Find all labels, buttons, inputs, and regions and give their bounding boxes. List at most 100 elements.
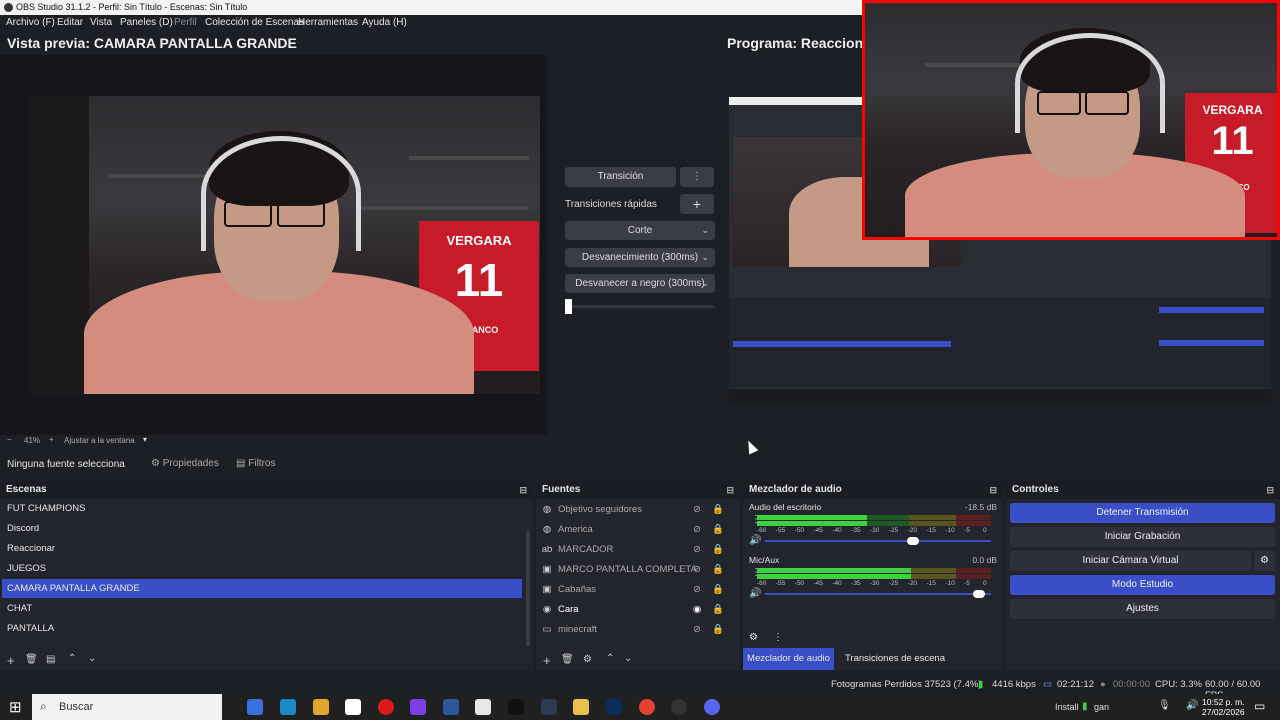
volume-icon[interactable]: 🔊	[1186, 700, 1198, 711]
transition-more-icon[interactable]: ⋮	[680, 167, 714, 187]
source-item[interactable]: ▣ Cabañas ⊘ 🔒	[540, 580, 730, 599]
tab-scene-transitions[interactable]: Transiciones de escena	[845, 648, 945, 670]
eye-hidden-icon[interactable]: ⊘	[693, 580, 701, 599]
tray-label[interactable]: gan	[1094, 702, 1109, 712]
properties-button[interactable]: ⚙ Propiedades	[151, 458, 219, 469]
move-up-icon[interactable]: ⌃	[606, 653, 614, 664]
tbar-handle[interactable]	[565, 299, 572, 314]
app-icon[interactable]	[541, 699, 557, 715]
video-editor-icon[interactable]	[410, 699, 426, 715]
trash-icon[interactable]: 🗑	[561, 654, 574, 665]
tab-audio-mixer[interactable]: Mezclador de audio	[743, 648, 834, 670]
source-properties-gear-icon[interactable]: ⚙	[583, 654, 592, 665]
opera-icon[interactable]	[378, 699, 394, 715]
volume-slider-handle[interactable]	[907, 537, 920, 545]
chrome-icon[interactable]	[639, 699, 655, 715]
source-item[interactable]: ▣ MARCO PANTALLA COMPLETA ⊘ 🔒	[540, 560, 730, 579]
move-down-icon[interactable]: ⌄	[88, 653, 96, 664]
menu-coleccion-escenas[interactable]: Colección de Escenas	[205, 17, 304, 28]
scene-item[interactable]: JUEGOS	[2, 559, 522, 578]
volume-slider-handle[interactable]	[973, 590, 985, 598]
scene-item[interactable]: FUT CHAMPIONS	[2, 499, 522, 518]
mixer-menu-icon[interactable]: ⋮	[773, 632, 783, 643]
clock-time[interactable]: 10:52 p. m.	[1202, 697, 1245, 707]
menu-perfil[interactable]: Perfil	[174, 17, 197, 28]
word-icon[interactable]	[443, 699, 459, 715]
file-explorer-icon[interactable]	[313, 699, 329, 715]
undock-icon[interactable]: ⊟	[726, 481, 734, 499]
advanced-audio-icon[interactable]: ⚙	[749, 632, 758, 643]
lock-icon[interactable]: 🔒	[712, 540, 724, 559]
discord-icon[interactable]	[704, 699, 720, 715]
scene-item[interactable]: CHAT	[2, 599, 522, 618]
menu-archivo[interactable]: Archivo (F)	[6, 17, 55, 28]
add-source-icon[interactable]: +	[543, 653, 551, 668]
windows-start-icon[interactable]: ⊞	[9, 698, 22, 716]
lock-icon[interactable]: 🔒	[712, 500, 724, 519]
mic-icon[interactable]: 🎙	[1158, 700, 1171, 711]
start-recording-button[interactable]: Iniciar Grabación	[1010, 527, 1275, 547]
lock-icon[interactable]: 🔒	[712, 600, 724, 619]
eye-hidden-icon[interactable]: ⊘	[693, 500, 701, 519]
add-quick-transition-button[interactable]: +	[680, 194, 714, 214]
menu-editar[interactable]: Editar	[57, 17, 83, 28]
undock-icon[interactable]: ⊟	[989, 481, 997, 499]
taskbar-search[interactable]: ⌕ Buscar	[32, 694, 222, 720]
scene-filters-icon[interactable]: ▤	[46, 654, 55, 665]
scene-item[interactable]: Reaccionar	[2, 539, 522, 558]
zoom-in-button[interactable]: +	[49, 435, 54, 444]
folder-icon[interactable]	[573, 699, 589, 715]
clock-date[interactable]: 27/02/2026	[1202, 707, 1245, 717]
menu-herramientas[interactable]: Herramientas	[298, 17, 358, 28]
speaker-icon[interactable]: 🔊	[749, 588, 761, 599]
lock-icon[interactable]: 🔒	[712, 580, 724, 599]
fit-dropdown-icon[interactable]: ▾	[143, 435, 147, 444]
menu-ayuda[interactable]: Ayuda (H)	[362, 17, 407, 28]
virtual-camera-button[interactable]: Iniciar Cámara Virtual	[1010, 551, 1251, 571]
eye-hidden-icon[interactable]: ⊘	[693, 560, 701, 579]
filters-button[interactable]: ▤ Filtros	[236, 458, 275, 469]
add-scene-icon[interactable]: +	[7, 653, 15, 668]
quick-transition-fade[interactable]: Desvanecimiento (300ms) ⌄	[565, 248, 715, 267]
eye-visible-icon[interactable]: ◉	[693, 600, 701, 619]
eye-hidden-icon[interactable]: ⊘	[693, 620, 701, 639]
scene-item[interactable]: Discord	[2, 519, 522, 538]
virtual-camera-settings-icon[interactable]: ⚙	[1254, 551, 1275, 571]
trash-icon[interactable]: 🗑	[25, 654, 38, 665]
fit-window-label[interactable]: Ajustar a la ventana	[64, 436, 135, 445]
stop-stream-button[interactable]: Detener Transmisión	[1010, 503, 1275, 523]
source-item[interactable]: ▭ minecraft ⊘ 🔒	[540, 620, 730, 639]
copilot-icon[interactable]	[247, 699, 263, 715]
quick-transition-fade-black[interactable]: Desvanecer a negro (300ms) ⌄	[565, 274, 715, 293]
eye-hidden-icon[interactable]: ⊘	[693, 540, 701, 559]
capcut-icon[interactable]	[508, 699, 524, 715]
eye-hidden-icon[interactable]: ⊘	[693, 520, 701, 539]
zoom-out-button[interactable]: −	[7, 435, 12, 444]
source-item[interactable]: ◍ America ⊘ 🔒	[540, 520, 730, 539]
notifications-icon[interactable]: ▭	[1254, 699, 1265, 713]
menu-vista[interactable]: Vista	[90, 17, 112, 28]
scene-item-selected[interactable]: CAMARA PANTALLA GRANDE	[2, 579, 522, 598]
lock-icon[interactable]: 🔒	[712, 560, 724, 579]
lock-icon[interactable]: 🔒	[712, 520, 724, 539]
move-down-icon[interactable]: ⌄	[624, 653, 632, 664]
obs-icon[interactable]	[671, 699, 687, 715]
scene-item[interactable]: PANTALLA	[2, 619, 522, 638]
preview-canvas[interactable]: VERGARA 11 BLANCO	[0, 55, 547, 435]
speaker-icon[interactable]: 🔊	[749, 535, 761, 546]
notepad-icon[interactable]	[345, 699, 361, 715]
settings-button[interactable]: Ajustes	[1010, 599, 1275, 619]
transition-button[interactable]: Transición	[565, 167, 676, 187]
undock-icon[interactable]: ⊟	[519, 481, 527, 499]
menu-paneles[interactable]: Paneles (D)	[120, 17, 173, 28]
source-item[interactable]: ab MARCADOR ⊘ 🔒	[540, 540, 730, 559]
scenes-scrollbar[interactable]	[526, 531, 530, 646]
install-label[interactable]: Install	[1055, 702, 1079, 712]
source-item[interactable]: ◍ Objetivo seguidores ⊘ 🔒	[540, 500, 730, 519]
volume-slider[interactable]	[765, 593, 991, 595]
photoshop-icon[interactable]	[606, 699, 622, 715]
tbar-slider[interactable]	[565, 305, 715, 308]
move-up-icon[interactable]: ⌃	[68, 653, 76, 664]
undock-icon[interactable]: ⊟	[1266, 481, 1274, 499]
quick-transition-cut[interactable]: Corte ⌄	[565, 221, 715, 240]
